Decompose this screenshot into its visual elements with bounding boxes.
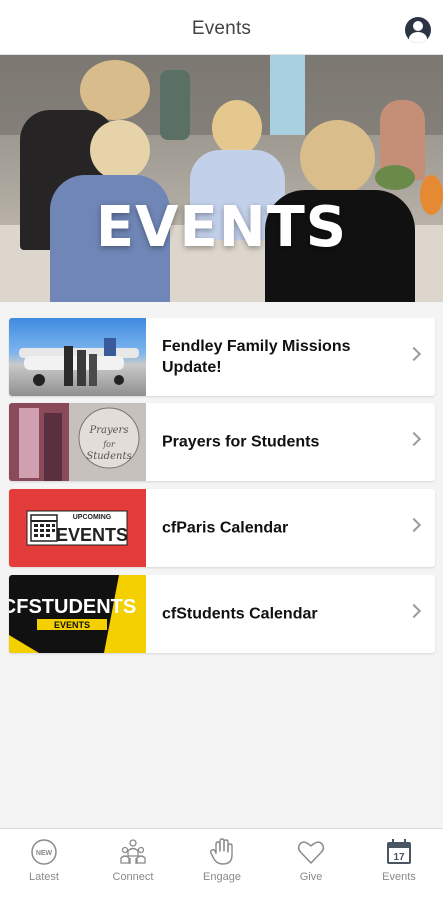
hero-title: EVENTS	[95, 195, 348, 260]
svg-text:UPCOMING: UPCOMING	[73, 514, 112, 521]
tab-label: Engage	[203, 871, 241, 883]
svg-text:17: 17	[393, 852, 405, 863]
svg-text:EVENTS: EVENTS	[54, 620, 90, 630]
svg-text:Prayers: Prayers	[89, 425, 129, 436]
event-card-prayers-for-students[interactable]: Prayers for Students Prayers for Student…	[9, 403, 435, 481]
chevron-right-icon	[406, 603, 422, 619]
hand-icon	[208, 838, 236, 866]
heart-icon	[297, 838, 325, 866]
tab-connect[interactable]: Connect	[89, 829, 177, 900]
airplane-photo	[9, 318, 146, 396]
hero-banner: EVENTS	[0, 55, 443, 302]
event-title: Fendley Family Missions Update!	[162, 338, 351, 376]
chevron-right-icon	[406, 346, 422, 362]
tab-label: Latest	[29, 871, 59, 883]
svg-text:NEW: NEW	[36, 850, 53, 857]
chevron-right-icon	[406, 517, 422, 533]
svg-text:CFSTUDENTS: CFSTUDENTS	[9, 596, 136, 618]
event-title: cfParis Calendar	[162, 519, 289, 537]
page-title: Events	[191, 18, 252, 39]
cfstudents-graphic: CFSTUDENTS EVENTS	[9, 575, 146, 653]
tab-label: Connect	[112, 871, 154, 883]
people-icon	[119, 838, 147, 866]
event-card-cfparis-calendar[interactable]: UPCOMING EVENTS cfParis Calendar	[9, 489, 435, 567]
tab-label: Give	[299, 871, 323, 883]
event-title: Prayers for Students	[162, 433, 320, 451]
svg-text:EVENTS: EVENTS	[56, 525, 128, 545]
tab-give[interactable]: Give	[267, 829, 355, 900]
profile-icon[interactable]	[405, 17, 431, 43]
bottom-tab-bar: NEW Latest Connect Engage Give 17 Events	[0, 828, 443, 900]
svg-text:for: for	[102, 440, 116, 449]
upcoming-events-graphic: UPCOMING EVENTS	[9, 489, 146, 567]
prayers-photo: Prayers for Students	[9, 403, 146, 481]
top-navigation-bar: Events	[0, 0, 443, 55]
event-title: cfStudents Calendar	[162, 605, 318, 623]
calendar-icon: 17	[385, 838, 413, 866]
chevron-right-icon	[406, 431, 422, 447]
svg-text:Students: Students	[86, 451, 131, 462]
new-badge-icon: NEW	[30, 838, 58, 866]
tab-label: Events	[382, 871, 416, 883]
tab-events[interactable]: 17 Events	[355, 829, 443, 900]
event-card-cfstudents-calendar[interactable]: CFSTUDENTS EVENTS cfStudents Calendar	[9, 575, 435, 653]
event-card-fendley-family[interactable]: Fendley Family Missions Update!	[9, 318, 435, 396]
tab-latest[interactable]: NEW Latest	[0, 829, 88, 900]
tab-engage[interactable]: Engage	[178, 829, 266, 900]
